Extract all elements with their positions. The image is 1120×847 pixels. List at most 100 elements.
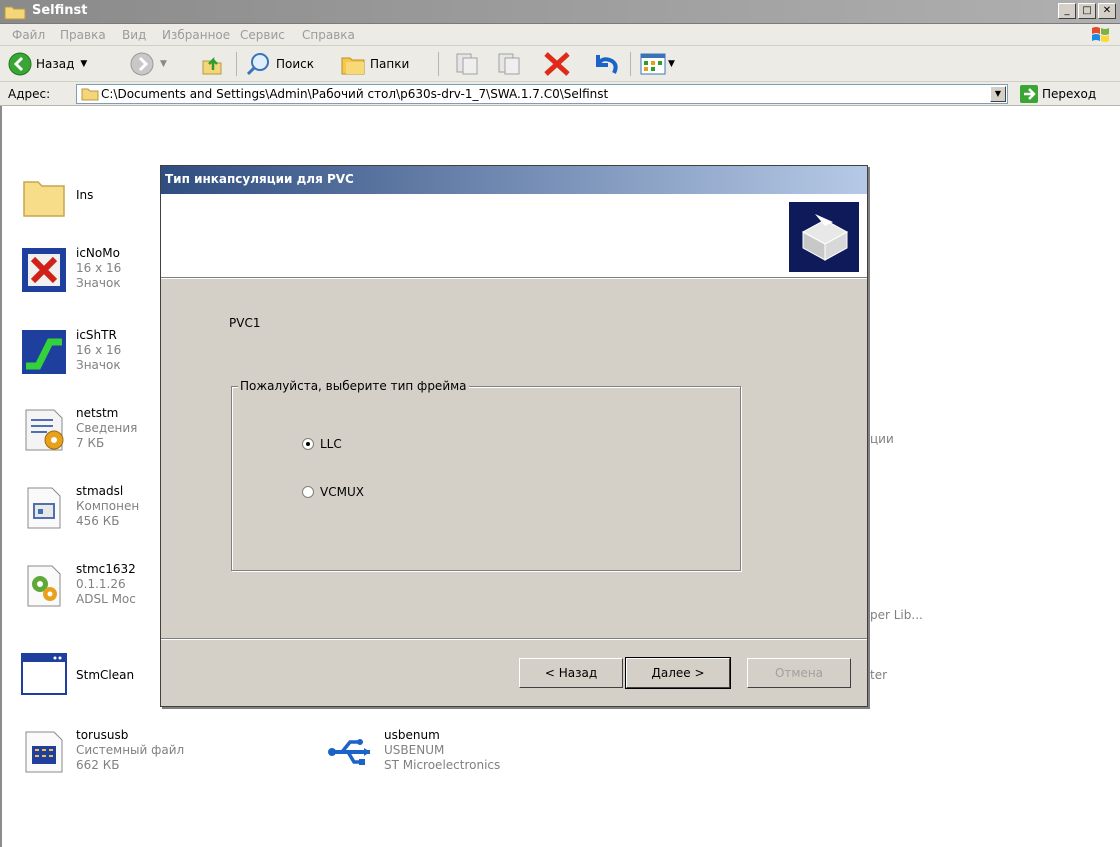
menu-edit[interactable]: Правка [60,28,106,42]
file-name: icShTR [76,328,117,342]
app-window-icon [21,653,67,695]
back-arrow-icon [8,52,32,76]
file-type: Значок [76,358,121,372]
encapsulation-dialog: Тип инкапсуляции для PVC PVC1 Пожалуйста… [160,165,868,707]
address-input[interactable]: C:\Documents and Settings\Admin\Рабочий … [76,84,1008,104]
green-line-icon [22,330,66,374]
hidden-file-detail: ции [870,432,894,446]
menu-bar: Файл Правка Вид Избранное Сервис Справка [0,24,1120,46]
file-type: Сведения [76,421,138,435]
file-item-icshtr[interactable]: icShTR 16 x 16 Значок [20,328,180,380]
menu-tools[interactable]: Сервис [240,28,285,42]
setup-info-icon [25,409,64,451]
dll-gear-icon [27,565,61,607]
folders-icon [341,57,365,75]
back-button-dialog[interactable]: < Назад [519,658,623,688]
window-title: Selfinst [32,3,88,18]
menu-help[interactable]: Справка [302,28,355,42]
undo-button[interactable] [590,50,620,78]
file-item-stmc1632[interactable]: stmc1632 0.1.1.26 ADSL Moc [20,562,180,614]
file-description: ADSL Moc [76,592,136,606]
hidden-file-detail: ter [870,668,888,682]
file-name: stmadsl [76,484,124,498]
dialog-header [161,194,867,278]
radio-selected-icon[interactable] [302,438,314,450]
menu-favorites[interactable]: Избранное [162,28,230,42]
file-item-ins[interactable]: Ins [20,172,180,224]
address-dropdown-icon[interactable]: ▼ [990,86,1006,102]
file-name: Ins [76,188,94,202]
group-legend: Пожалуйста, выберите тип фрейма [238,379,469,393]
delete-button[interactable] [542,50,572,78]
copy-to-icon [498,53,520,75]
usb-icon [328,739,370,765]
views-icon [640,53,666,75]
file-company: ST Microelectronics [384,758,501,772]
file-name: StmClean [76,668,135,682]
back-dropdown-icon[interactable]: ▼ [80,59,87,69]
search-icon [246,53,269,76]
file-item-icnomo[interactable]: icNoMo 16 x 16 Значок [20,246,180,298]
toolbar: Назад ▼ ▼ Поиск Папки ▼ [0,46,1120,82]
close-button[interactable]: ✕ [1098,3,1116,19]
radio-vcmux[interactable]: VCMUX [302,485,364,499]
delete-icon [544,52,570,76]
red-x-icon [22,248,66,292]
file-item-torususb[interactable]: torususb Системный файл 662 КБ [20,728,220,780]
component-icon [27,487,61,529]
cancel-button[interactable]: Отмена [747,658,851,688]
search-button[interactable]: Поиск [246,50,314,78]
address-path: C:\Documents and Settings\Admin\Рабочий … [101,87,609,101]
file-name: icNoMo [76,246,120,260]
file-size: 662 КБ [76,758,120,772]
dialog-title-bar: Тип инкапсуляции для PVC [161,166,867,194]
windows-logo-icon [1092,27,1109,42]
file-size: 456 КБ [76,514,120,528]
file-version: 0.1.1.26 [76,577,126,591]
views-button[interactable]: ▼ [640,50,675,78]
file-name: stmc1632 [76,562,136,576]
up-folder-button[interactable] [200,50,224,78]
radio-unselected-icon[interactable] [302,486,314,498]
next-button[interactable]: Далее > [625,657,731,689]
move-to-icon [456,53,478,75]
file-name: usbenum [384,728,440,742]
menu-view[interactable]: Вид [122,28,146,42]
pvc-label: PVC1 [229,316,261,330]
forward-button[interactable]: ▼ [130,50,167,78]
folders-button[interactable]: Папки [340,50,409,78]
move-to-button[interactable] [454,50,480,78]
views-dropdown-icon[interactable]: ▼ [668,59,675,69]
frame-type-group: Пожалуйста, выберите тип фрейма LLC VCMU… [231,379,741,571]
file-name: netstm [76,406,119,420]
menu-file[interactable]: Файл [12,28,45,42]
file-type: Системный файл [76,743,185,757]
folder-icon [23,181,65,217]
radio-llc[interactable]: LLC [302,437,342,451]
minimize-button[interactable]: _ [1058,3,1076,19]
go-button[interactable]: Переход [1020,84,1096,104]
dialog-title: Тип инкапсуляции для PVC [165,172,354,186]
maximize-button[interactable]: □ [1078,3,1096,19]
file-description: USBENUM [384,743,445,757]
file-item-usbenum[interactable]: usbenum USBENUM ST Microelectronics [328,728,548,780]
file-item-stmclean[interactable]: StmClean [20,650,180,702]
up-folder-icon [202,56,222,75]
installer-box-icon [789,202,859,272]
go-arrow-icon [1020,85,1038,103]
forward-arrow-icon [130,52,154,76]
file-item-stmadsl[interactable]: stmadsl Компонен 456 КБ [20,484,180,536]
back-button[interactable]: Назад ▼ [8,50,87,78]
address-label: Адрес: [8,87,51,101]
system-file-icon [25,731,63,773]
search-label: Поиск [276,57,315,71]
file-item-netstm[interactable]: netstm Сведения 7 КБ [20,406,180,458]
copy-to-button[interactable] [496,50,522,78]
forward-dropdown-icon[interactable]: ▼ [160,59,167,69]
file-detail: 16 x 16 [76,261,122,275]
undo-icon [596,55,618,74]
file-name: torususb [76,728,129,742]
folders-label: Папки [370,57,410,71]
file-type: Значок [76,276,121,290]
folder-icon [4,6,26,20]
